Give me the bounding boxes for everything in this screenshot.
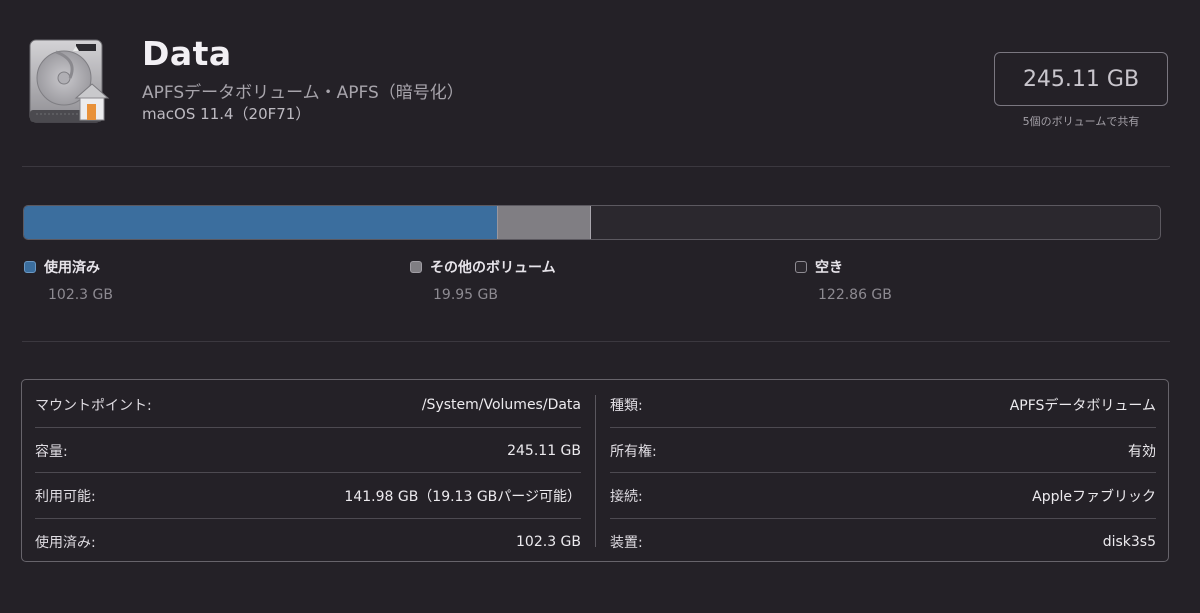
legend-other-volumes-value: 19.95 GB	[433, 287, 498, 303]
info-row-available: 利用可能: 141.98 GB（19.13 GBパージ可能）	[35, 473, 581, 518]
info-value: 245.11 GB	[507, 442, 581, 459]
info-row-mount-point: マウントポイント: /System/Volumes/Data	[35, 382, 581, 427]
legend-used: 使用済み	[24, 257, 100, 277]
info-label: 接続:	[610, 488, 643, 505]
info-value: APFSデータボリューム	[1009, 397, 1156, 414]
legend-other-volumes-label: その他のボリューム	[430, 260, 556, 276]
usage-bar	[23, 205, 1161, 240]
legend-other-volumes: その他のボリューム	[410, 257, 556, 277]
info-row-device: 装置: disk3s5	[610, 519, 1156, 564]
capacity-note: 5個のボリュームで共有	[1022, 115, 1140, 128]
capacity-value: 245.11 GB	[1022, 66, 1140, 92]
legend-used-label: 使用済み	[44, 260, 100, 276]
info-row-connection: 接続: Appleファブリック	[610, 473, 1156, 518]
used-swatch-icon	[24, 261, 36, 273]
info-value: /System/Volumes/Data	[421, 396, 581, 413]
volume-title: Data	[142, 34, 232, 73]
info-label: 種類:	[610, 397, 643, 414]
info-value: Appleファブリック	[1032, 488, 1156, 505]
info-value: 141.98 GB（19.13 GBパージ可能）	[344, 488, 581, 505]
volume-subtitle: APFSデータボリューム・APFS（暗号化）	[142, 83, 464, 103]
info-label: 利用可能:	[35, 488, 96, 505]
info-row-used: 使用済み: 102.3 GB	[35, 519, 581, 564]
info-row-capacity: 容量: 245.11 GB	[35, 428, 581, 473]
internal-hard-drive-home-icon	[29, 39, 110, 123]
legend-used-value: 102.3 GB	[48, 287, 113, 303]
volume-info-table: マウントポイント: /System/Volumes/Data 容量: 245.1…	[21, 379, 1169, 562]
free-swatch-icon	[795, 261, 807, 273]
usage-bar-used-segment	[24, 206, 499, 239]
info-label: 所有権:	[610, 443, 657, 460]
legend-free-value: 122.86 GB	[818, 287, 892, 303]
legend-free-label: 空き	[815, 260, 843, 276]
info-label: 装置:	[610, 534, 643, 551]
usage-bar-other-volumes-segment	[498, 206, 591, 239]
info-label: 使用済み:	[35, 534, 96, 551]
other-volumes-swatch-icon	[410, 261, 422, 273]
info-label: マウントポイント:	[35, 397, 152, 414]
usage-divider	[22, 341, 1170, 342]
header-divider	[22, 166, 1170, 167]
os-version: macOS 11.4（20F71）	[142, 105, 311, 123]
info-value: 102.3 GB	[516, 533, 581, 550]
info-row-type: 種類: APFSデータボリューム	[610, 382, 1156, 427]
info-value: disk3s5	[1102, 533, 1156, 550]
info-row-ownership: 所有権: 有効	[610, 428, 1156, 473]
info-label: 容量:	[35, 443, 68, 460]
legend-free: 空き	[795, 257, 843, 277]
capacity-box: 245.11 GB	[994, 52, 1168, 106]
disk-info-panel: Data APFSデータボリューム・APFS（暗号化） macOS 11.4（2…	[0, 0, 1200, 613]
column-divider	[595, 395, 596, 547]
info-value: 有効	[1128, 443, 1156, 460]
